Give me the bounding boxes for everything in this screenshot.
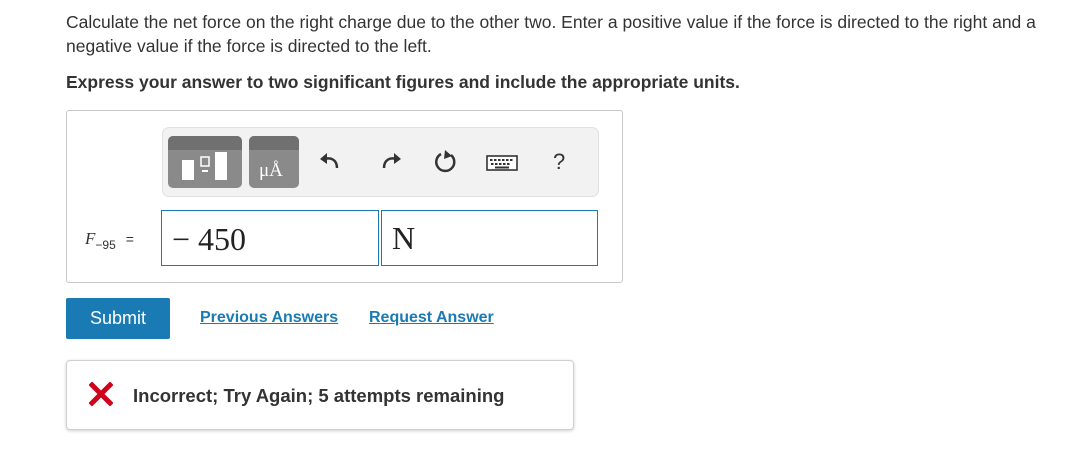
submit-button[interactable]: Submit: [66, 298, 170, 339]
answer-instruction: Express your answer to two significant f…: [66, 72, 740, 92]
units-icon: μÅ: [259, 160, 283, 181]
question-prompt: Calculate the net force on the right cha…: [66, 12, 1036, 56]
reset-icon[interactable]: [431, 148, 459, 176]
previous-answers-link[interactable]: Previous Answers: [200, 309, 338, 327]
variable-symbol: F: [85, 229, 96, 248]
variable-subscript: −95: [95, 238, 116, 252]
redo-icon[interactable]: [377, 148, 405, 176]
incorrect-x-icon: [89, 382, 113, 406]
answer-box: μÅ ? F−95 = − 450 N: [66, 110, 623, 283]
equals-sign: =: [125, 231, 134, 247]
undo-icon[interactable]: [316, 148, 344, 176]
feedback-message: Incorrect; Try Again; 5 attempts remaini…: [133, 385, 505, 406]
variable-label: F−95 =: [85, 229, 134, 252]
answer-value-text: − 450: [172, 221, 247, 257]
feedback-panel: Incorrect; Try Again; 5 attempts remaini…: [66, 360, 574, 430]
answer-unit-input[interactable]: N: [381, 210, 598, 266]
answer-value-input[interactable]: − 450: [161, 210, 379, 266]
keyboard-icon[interactable]: [486, 148, 518, 176]
answer-unit-text: N: [392, 220, 416, 256]
help-icon[interactable]: ?: [553, 149, 565, 175]
math-toolbar: μÅ ?: [162, 127, 599, 197]
request-answer-link[interactable]: Request Answer: [369, 309, 494, 327]
units-button[interactable]: μÅ: [249, 136, 299, 188]
templates-icon: [182, 152, 227, 180]
templates-button[interactable]: [168, 136, 242, 188]
